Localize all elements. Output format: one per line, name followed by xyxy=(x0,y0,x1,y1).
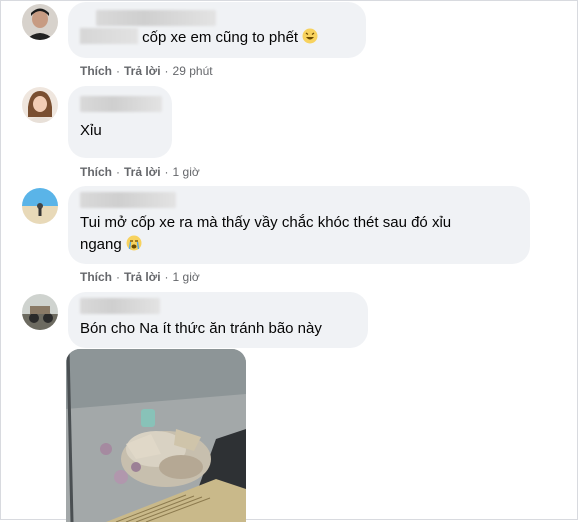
laughing-emoji-icon xyxy=(302,28,318,44)
comment-bubble: Tui mở cốp xe ra mà thấy vầy chắc khóc t… xyxy=(68,186,530,264)
author-name-redacted xyxy=(80,192,176,208)
reply-link[interactable]: Trả lời xyxy=(124,270,161,284)
comment-text-line-2: ngang xyxy=(80,236,122,253)
comment-text: Bón cho Na ít thức ăn tránh bão này xyxy=(80,320,322,337)
comment-text: Xỉu xyxy=(80,122,102,139)
timestamp[interactable]: 29 phút xyxy=(173,64,213,78)
avatar[interactable] xyxy=(22,87,58,123)
crying-emoji-icon xyxy=(126,235,142,251)
like-link[interactable]: Thích xyxy=(80,64,112,78)
avatar[interactable] xyxy=(22,4,58,40)
comment-bubble: cốp xe em cũng to phết xyxy=(68,2,366,58)
author-name-redacted xyxy=(96,10,216,26)
comment-actions: Thích · Trả lời · 1 giờ xyxy=(80,270,200,284)
timestamp[interactable]: 1 giờ xyxy=(173,270,200,284)
reply-link[interactable]: Trả lời xyxy=(124,165,161,179)
like-link[interactable]: Thích xyxy=(80,270,112,284)
comment-bubble: Xỉu xyxy=(68,86,172,158)
avatar[interactable] xyxy=(22,188,58,224)
comment-text: cốp xe em cũng to phết xyxy=(142,29,299,46)
author-name-redacted xyxy=(80,96,162,112)
author-name-redacted xyxy=(80,298,160,314)
avatar[interactable] xyxy=(22,294,58,330)
comment-photo[interactable] xyxy=(66,349,246,522)
comment-text-line-1: Tui mở cốp xe ra mà thấy vầy chắc khóc t… xyxy=(80,214,452,231)
timestamp[interactable]: 1 giờ xyxy=(173,165,200,179)
like-link[interactable]: Thích xyxy=(80,165,112,179)
comment-bubble: Bón cho Na ít thức ăn tránh bão này xyxy=(68,292,368,348)
reply-link[interactable]: Trả lời xyxy=(124,64,161,78)
comment-actions: Thích · Trả lời · 29 phút xyxy=(80,64,213,78)
comment-text: Tui mở cốp xe ra mà thấy vầy chắc khóc t… xyxy=(80,212,518,256)
text-redacted xyxy=(80,28,138,44)
comment-actions: Thích · Trả lời · 1 giờ xyxy=(80,165,200,179)
